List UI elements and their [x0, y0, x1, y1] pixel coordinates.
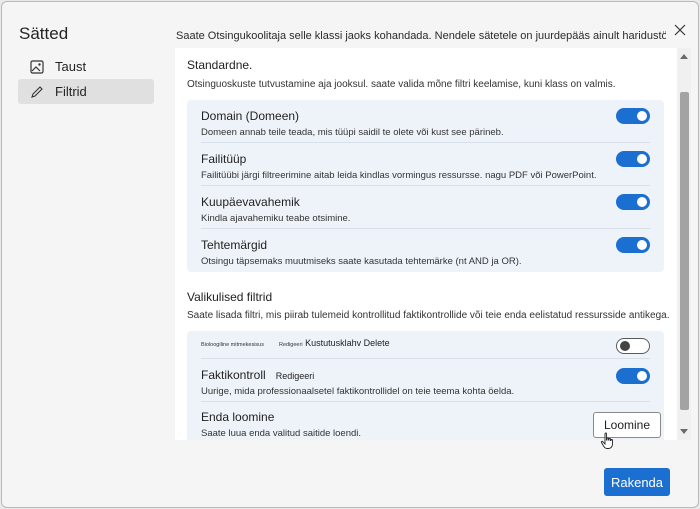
- custom-filter-edit-link[interactable]: Redigeeri: [279, 342, 303, 348]
- own-list-row: Enda loomine Saate luua enda valitud sai…: [187, 402, 664, 440]
- image-icon: [30, 59, 44, 74]
- sidebar-item-label: Filtrid: [55, 84, 87, 99]
- filter-row-operators: Tehtemärgid Otsingu täpsemaks muutmiseks…: [187, 229, 664, 272]
- own-list-title: Enda loomine: [201, 410, 275, 424]
- scroll-up-arrow-icon[interactable]: [680, 54, 688, 59]
- filter-title: Failitüüp: [201, 152, 247, 166]
- factcheck-toggle[interactable]: [616, 368, 650, 384]
- custom-filter-name: Bioloogiline mitmekesisus: [201, 342, 264, 348]
- settings-dialog: Sätted Taust Filtrid Saate Otsingukoolit…: [1, 1, 699, 508]
- filter-title: Tehtemärgid: [201, 238, 268, 252]
- filter-description: Kindla ajavahemiku teabe otsimine.: [201, 213, 351, 224]
- factcheck-edit-link[interactable]: Redigeeri: [276, 371, 315, 381]
- custom-filter-toggle[interactable]: [616, 338, 650, 354]
- filters-panel: Standardne. Otsinguoskuste tutvustamine …: [175, 48, 677, 440]
- factcheck-title-line: Faktikontroll Redigeeri: [201, 368, 314, 382]
- custom-filter-line: Bioloogiline mitmekesisus Redigeeri Kust…: [201, 338, 390, 348]
- filter-row-filetype: Failitüüp Failitüübi järgi filtreerimine…: [187, 143, 664, 186]
- optional-description: Saate lisada filtri, mis piirab tulemeid…: [187, 310, 670, 321]
- factcheck-row: Faktikontroll Redigeeri Uurige, mida pro…: [187, 359, 664, 402]
- filetype-toggle[interactable]: [616, 151, 650, 167]
- factcheck-title: Faktikontroll: [201, 368, 266, 382]
- filter-description: Domeen annab teile teada, mis tüüpi said…: [201, 127, 504, 138]
- operators-toggle[interactable]: [616, 237, 650, 253]
- custom-filter-row: Bioloogiline mitmekesisus Redigeeri Kust…: [187, 331, 664, 359]
- filter-description: Otsingu täpsemaks muutmiseks saate kasut…: [201, 256, 522, 267]
- filter-row-daterange: Kuupäevavahemik Kindla ajavahemiku teabe…: [187, 186, 664, 229]
- sidebar-title: Sätted: [19, 24, 69, 43]
- sidebar-item-filtrid[interactable]: Filtrid: [18, 79, 154, 104]
- filter-row-domain: Domain (Domeen) Domeen annab teile teada…: [187, 100, 664, 143]
- sidebar-item-taust[interactable]: Taust: [18, 54, 154, 79]
- close-icon[interactable]: [673, 23, 687, 37]
- sidebar-nav: Taust Filtrid: [18, 54, 154, 104]
- filter-title: Kuupäevavahemik: [201, 195, 300, 209]
- apply-button[interactable]: Rakenda: [604, 468, 670, 496]
- optional-heading: Valikulised filtrid: [187, 290, 273, 304]
- factcheck-description: Uurige, mida professionaalsetel faktikon…: [201, 386, 515, 397]
- daterange-toggle[interactable]: [616, 194, 650, 210]
- domain-toggle[interactable]: [616, 108, 650, 124]
- standard-heading: Standardne.: [187, 58, 253, 72]
- scroll-thumb[interactable]: [680, 92, 689, 410]
- filter-title: Domain (Domeen): [201, 109, 300, 123]
- custom-filter-delete-link[interactable]: Kustutusklahv Delete: [305, 338, 390, 348]
- scroll-down-arrow-icon[interactable]: [680, 429, 688, 434]
- standard-description: Otsinguoskuste tutvustamine aja jooksul.…: [187, 79, 616, 90]
- hand-cursor-icon: [600, 432, 616, 450]
- optional-filters-group: Bioloogiline mitmekesisus Redigeeri Kust…: [187, 331, 664, 440]
- own-list-description: Saate luua enda valitud saitide loendi.: [201, 428, 362, 439]
- panel-scrollbar[interactable]: [677, 48, 691, 440]
- sidebar-item-label: Taust: [55, 59, 87, 74]
- filter-description: Failitüübi järgi filtreerimine aitab lei…: [201, 170, 597, 181]
- intro-text: Saate Otsingukoolitaja selle klassi jaok…: [176, 30, 666, 42]
- standard-filters-group: Domain (Domeen) Domeen annab teile teada…: [187, 100, 664, 272]
- pencil-icon: [30, 85, 44, 99]
